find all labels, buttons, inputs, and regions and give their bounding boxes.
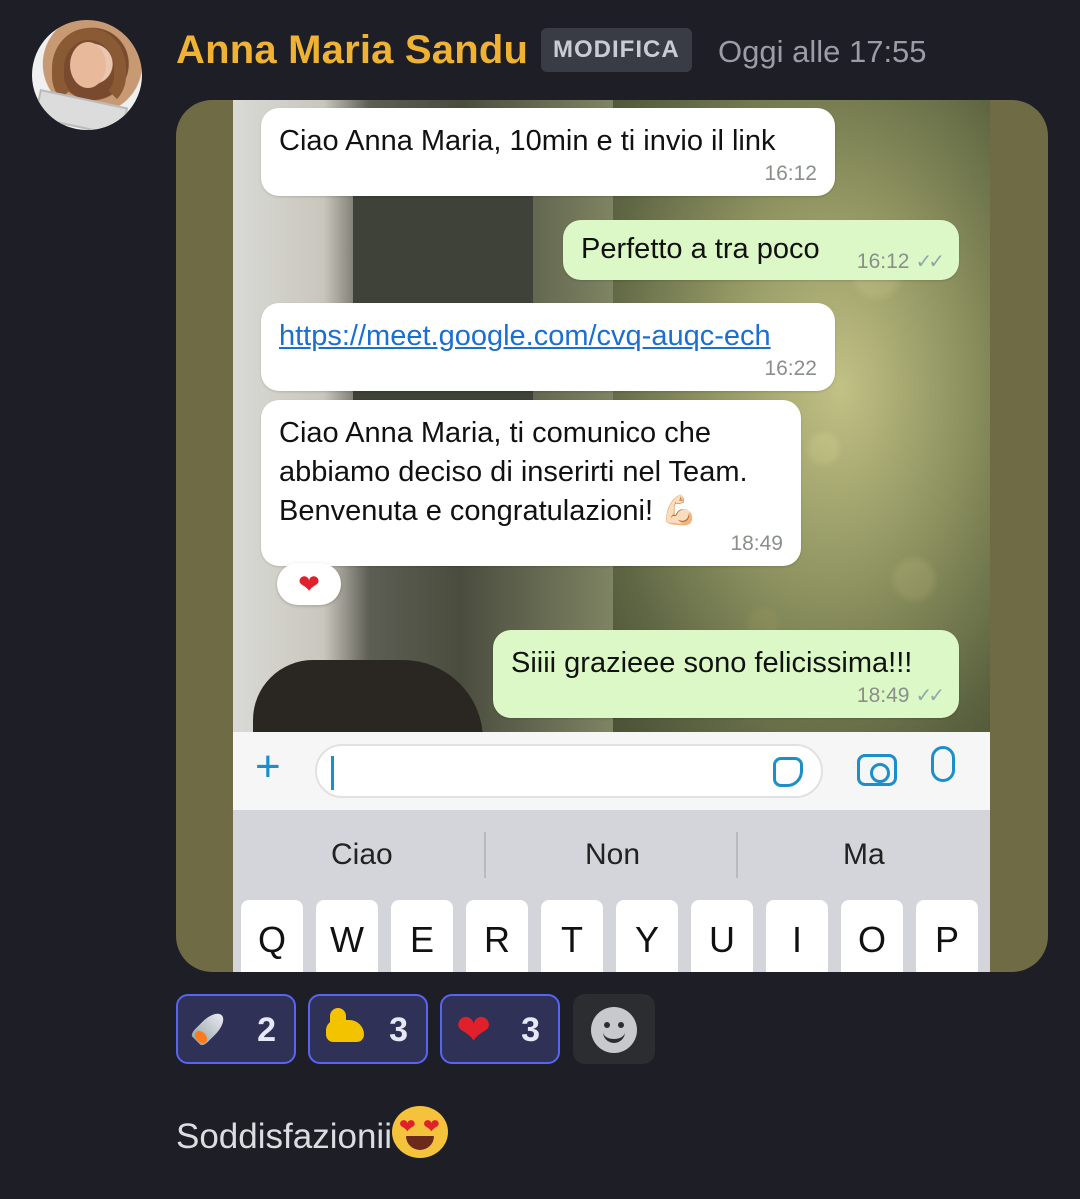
add-reaction-button[interactable]: [573, 994, 655, 1064]
followup-message-text: Soddisfazionii: [176, 1117, 392, 1156]
keyboard: Ciao Non Ma Q W E R T Y U I O P: [233, 810, 990, 972]
keyboard-suggestions: Ciao Non Ma: [233, 810, 990, 900]
key: I: [766, 900, 828, 972]
avatar-face: [70, 42, 106, 88]
chat-bubble-incoming: Ciao Anna Maria, ti comunico che abbiamo…: [261, 400, 801, 566]
whatsapp-screenshot: Ciao Anna Maria, 10min e ti invio il lin…: [233, 100, 990, 972]
chat-bubble-incoming: https://meet.google.com/cvq-auqc-ech 16:…: [261, 303, 835, 391]
message-composer: +: [233, 732, 990, 810]
user-avatar[interactable]: [32, 20, 142, 130]
chat-line: Ciao Anna Maria, ti comunico che: [279, 417, 711, 449]
chat-bubble-incoming: Ciao Anna Maria, 10min e ti invio il lin…: [261, 108, 835, 196]
chat-bubble-text: Perfetto a tra poco: [581, 233, 820, 265]
followup-message: Soddisfazionii ❤ ❤: [176, 1106, 448, 1158]
message-timestamp: Oggi alle 17:55: [718, 34, 927, 69]
reaction-rocket[interactable]: 2: [176, 994, 296, 1064]
key: O: [841, 900, 903, 972]
key: U: [691, 900, 753, 972]
key: P: [916, 900, 978, 972]
chat-bubble-text: Ciao Anna Maria, 10min e ti invio il lin…: [279, 125, 776, 157]
heart-reaction-icon: ❤: [277, 563, 341, 605]
chat-bubble-text: Ciao Anna Maria, ti comunico che abbiamo…: [279, 414, 748, 531]
rocket-icon: [192, 1006, 232, 1057]
suggestion: Non: [585, 838, 641, 871]
key: Y: [616, 900, 678, 972]
key: Q: [241, 900, 303, 972]
chat-bubble-time: 18:49 ✓✓: [856, 683, 945, 708]
chat-bubble-time: 16:12 ✓✓: [856, 249, 945, 274]
chat-bubble-time: 18:49: [730, 532, 783, 555]
heart-icon: ❤: [456, 1006, 492, 1053]
suggestion-divider: [484, 832, 486, 878]
smiley-icon: [591, 1007, 637, 1053]
chat-bubble-outgoing: Perfetto a tra poco 16:12 ✓✓: [563, 220, 959, 280]
reaction-count: 2: [257, 1011, 276, 1049]
read-ticks-icon: ✓✓: [915, 251, 944, 273]
image-attachment[interactable]: Ciao Anna Maria, 10min e ti invio il lin…: [176, 100, 1048, 972]
camera-icon: [857, 754, 897, 786]
flexed-biceps-icon: [324, 1006, 366, 1057]
suggestion-divider: [736, 832, 738, 878]
role-badge: MODIFICA: [541, 28, 692, 72]
reaction-flexed-biceps[interactable]: 3: [308, 994, 428, 1064]
author-name[interactable]: Anna Maria Sandu: [176, 28, 528, 73]
text-caret: [331, 756, 334, 790]
reaction-count: 3: [389, 1011, 408, 1049]
chat-bubble-time: 16:22: [764, 357, 817, 380]
chat-bubble-time-value: 18:49: [856, 684, 910, 707]
chat-bubble-time: 16:12: [764, 162, 817, 185]
read-ticks-icon: ✓✓: [915, 685, 944, 707]
message-input: [315, 744, 823, 798]
chat-bubble-text: Siiii grazieee sono felicissima!!!: [511, 647, 913, 679]
chat-line: Benvenuta e congratulazioni! 💪🏻: [279, 495, 698, 527]
chat-line: abbiamo deciso di inserirti nel Team.: [279, 456, 748, 488]
reaction-heart[interactable]: ❤ 3: [440, 994, 560, 1064]
sticker-icon: [773, 757, 803, 787]
plus-icon: +: [255, 742, 281, 791]
suggestion: Ma: [843, 838, 885, 871]
key: T: [541, 900, 603, 972]
chat-bubble-outgoing: Siiii grazieee sono felicissima!!! 18:49…: [493, 630, 959, 718]
microphone-icon: [931, 746, 955, 782]
reaction-count: 3: [521, 1011, 540, 1049]
heart-eyes-icon: ❤ ❤: [391, 1106, 448, 1158]
key: R: [466, 900, 528, 972]
chat-bubble-time-value: 16:12: [856, 250, 910, 273]
key: W: [316, 900, 378, 972]
chat-link: https://meet.google.com/cvq-auqc-ech: [279, 320, 771, 352]
suggestion: Ciao: [331, 838, 393, 871]
key: E: [391, 900, 453, 972]
